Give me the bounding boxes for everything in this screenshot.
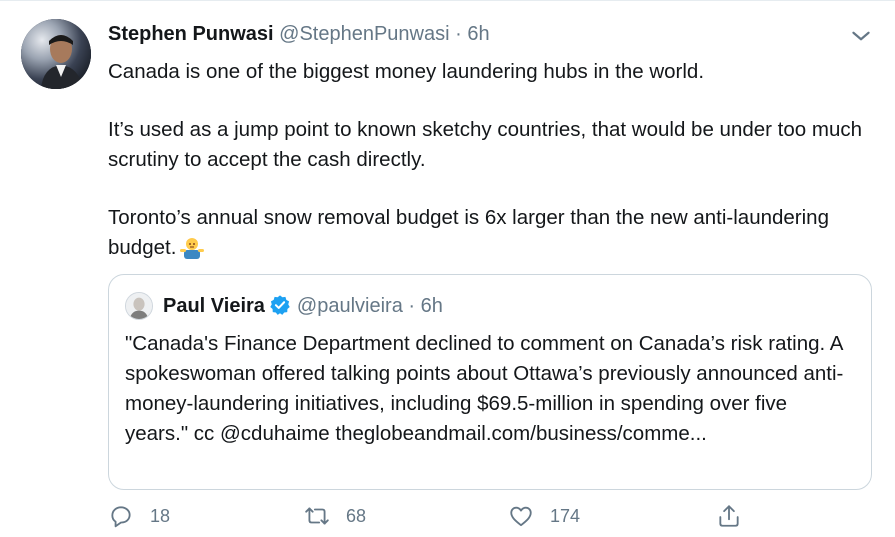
separator-dot: · [455,23,462,45]
like-count: 174 [550,505,581,526]
reply-icon [111,506,131,528]
tweet-paragraph: It’s used as a jump point to known sketc… [108,118,862,171]
author-avatar[interactable] [21,19,91,89]
heart-icon [510,506,532,527]
share-icon [719,505,739,527]
more-options-chevron-down-icon[interactable] [848,23,874,49]
tweet-card: Stephen Punwasi @StephenPunwasi · 6h Can… [0,0,895,536]
quoted-timestamp: 6h [420,295,443,317]
reply-button[interactable]: 18 [108,503,170,529]
quoted-tweet-text: "Canada's Finance Department declined to… [125,332,844,445]
reply-count: 18 [150,505,171,526]
tweet-body: Canada is one of the biggest money laund… [108,57,868,263]
quoted-tweet-header: Paul Vieira @paulvieira · 6h [163,294,443,318]
tweet-paragraph: Toronto’s annual snow removal budget is … [108,203,868,263]
separator-dot: · [408,295,416,317]
quoted-tweet[interactable]: Paul Vieira @paulvieira · 6h "Canada's F… [108,274,872,490]
tweet-paragraph-text: Toronto’s annual snow removal budget is … [108,206,829,259]
author-handle[interactable]: @StephenPunwasi [279,23,449,45]
like-button[interactable]: 174 [508,503,580,529]
verified-badge-icon [269,294,291,316]
quoted-author-handle: @paulvieira [296,295,403,317]
retweet-button[interactable]: 68 [304,503,366,529]
tweet-actions-bar: 18 68 174 [108,503,848,537]
tweet-timestamp[interactable]: 6h [467,23,489,45]
quoted-author-avatar [125,292,153,320]
tweet-paragraph: Canada is one of the biggest money laund… [108,60,705,83]
person-shrugging-emoji-icon [180,235,205,259]
tweet-header: Stephen Punwasi @StephenPunwasi · 6h [108,23,490,46]
author-name[interactable]: Stephen Punwasi [108,23,274,45]
quoted-author-name: Paul Vieira [163,295,265,317]
retweet-count: 68 [346,505,367,526]
retweet-icon [305,507,329,525]
share-button[interactable] [716,503,758,529]
